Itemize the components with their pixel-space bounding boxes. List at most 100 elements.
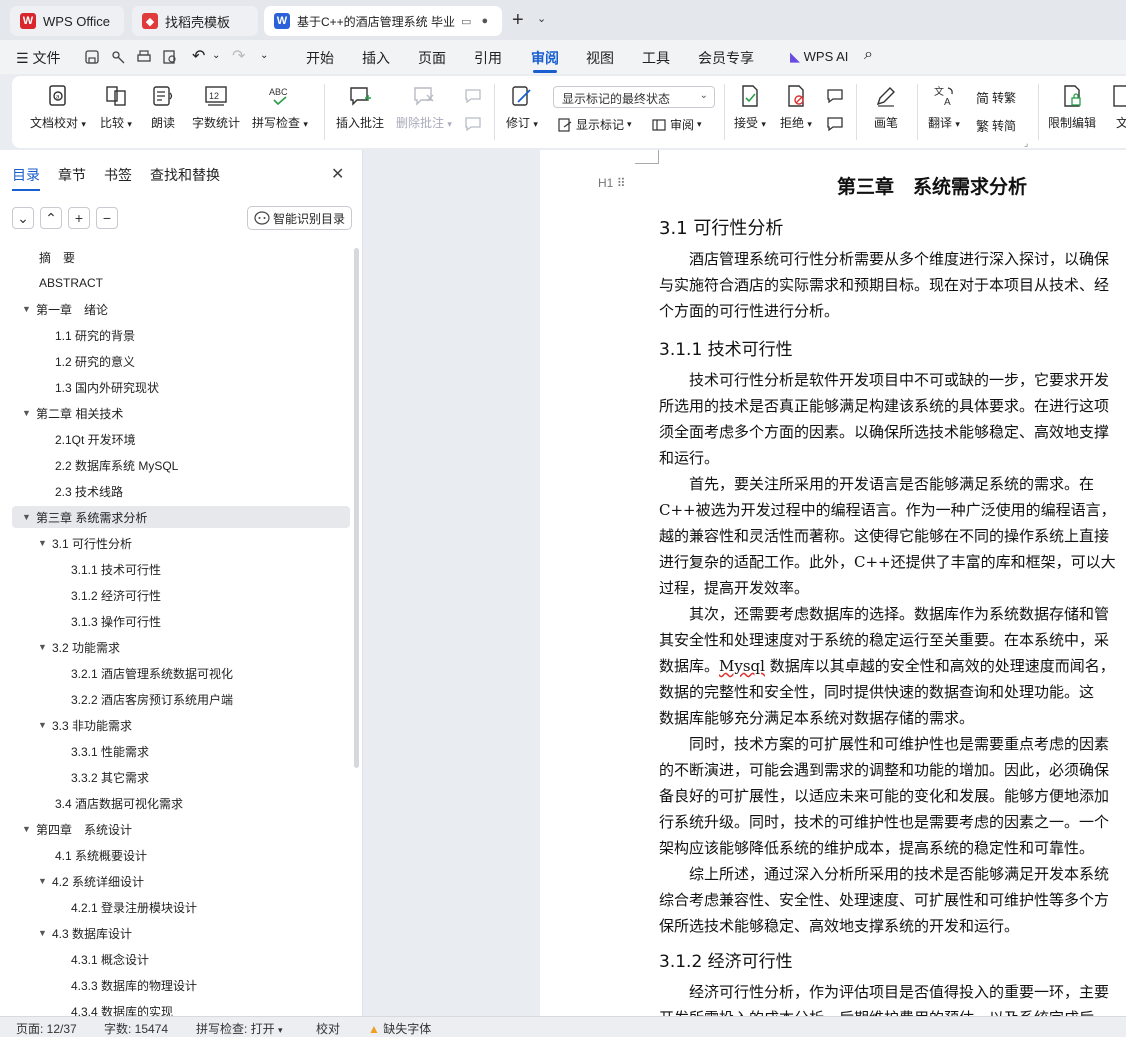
print-preview-icon[interactable] [162,49,178,65]
tab-docer[interactable]: ◆ 找稻壳模板 [132,6,258,36]
chevron-down-icon[interactable]: ⌄ [260,50,268,61]
insert-comment-button[interactable]: 插入批注 [336,84,384,131]
tab-unsaved-dot-icon[interactable]: ● [481,15,488,27]
word-count-indicator[interactable]: 字数: 15474 [104,1020,168,1037]
page-indicator[interactable]: 页面: 12/37 [16,1020,77,1037]
accept-button[interactable]: 接受 ▾ [734,84,766,131]
translate-button[interactable]: 文A 翻译 ▾ [928,84,960,131]
toc-item[interactable]: 4.3.1 概念设计 [0,948,352,970]
toc-item[interactable]: 1.1 研究的背景 [0,324,352,346]
doc-more-button[interactable]: 文 [1110,84,1126,131]
proofread-status[interactable]: 校对 [316,1020,340,1037]
restrict-edit-button[interactable]: 限制编辑 [1048,84,1096,131]
save-icon[interactable] [84,49,100,65]
doc-check-button[interactable]: a 文档校对 ▾ [30,84,86,131]
caret-down-icon[interactable]: ▼ [22,304,36,314]
toc-item[interactable]: ▼ 4.3 数据库设计 [0,922,352,944]
toc-item[interactable]: 3.1.2 经济可行性 [0,584,352,606]
show-markup-button[interactable]: 显示标记 ▾ [558,116,632,133]
to-traditional-button[interactable]: 简 转繁 [976,88,1016,107]
new-tab-icon[interactable]: + [512,10,524,30]
previous-revision-icon[interactable] [826,88,844,104]
markup-state-select[interactable]: 显示标记的最终状态 ⌄ [553,86,715,108]
to-simplified-button[interactable]: 繁 转简 [976,116,1016,135]
caret-down-icon[interactable]: ▼ [22,408,36,418]
tab-document[interactable]: W 基于C++的酒店管理系统 毕业 ▭ ● [264,6,502,36]
tab-sections[interactable]: 章节 [58,165,86,185]
spell-check-status[interactable]: 拼写检查: 打开 ▾ [196,1020,283,1037]
redo-icon[interactable]: ↷ [232,46,245,66]
heading-marker[interactable]: H1 ⠿ [598,176,625,190]
expand-up-button[interactable]: ⌃ [40,207,62,229]
word-count-button[interactable]: 12 字数统计 [192,84,240,131]
toc-item[interactable]: 4.3.3 数据库的物理设计 [0,974,352,996]
promote-button[interactable]: + [68,207,90,229]
menu-member[interactable]: 会员专享 [698,48,754,68]
caret-down-icon[interactable]: ▼ [38,928,52,938]
menu-start[interactable]: 开始 [306,48,334,68]
file-menu[interactable]: ☰ 文件 [16,48,60,68]
menu-tools[interactable]: 工具 [642,48,670,68]
pen-button[interactable]: 画笔 [874,84,898,131]
toc-item[interactable]: 3.1.1 技术可行性 [0,558,352,580]
toc-item[interactable]: ▼ 第四章 系统设计 [0,818,352,840]
toc-item[interactable]: 4.1 系统概要设计 [0,844,352,866]
undo-icon[interactable]: ↶ [192,46,205,66]
caret-down-icon[interactable]: ▼ [38,720,52,730]
caret-down-icon[interactable]: ▼ [38,876,52,886]
previous-comment-icon[interactable] [464,88,482,104]
toc-item[interactable]: 3.2.1 酒店管理系统数据可视化 [0,662,352,684]
toc-item[interactable]: 3.3.1 性能需求 [0,740,352,762]
print-icon[interactable] [136,49,152,65]
toc-item[interactable]: ▼ 第三章 系统需求分析 [12,506,350,528]
chevron-down-icon[interactable]: ⌄ [537,12,546,25]
menu-page[interactable]: 页面 [418,48,446,68]
toc-item[interactable]: ABSTRACT [0,272,352,294]
misspelled-word[interactable]: Mysql [719,657,765,675]
collapse-all-button[interactable]: ⌄ [12,207,34,229]
caret-down-icon[interactable]: ▼ [22,824,36,834]
caret-down-icon[interactable]: ▼ [38,538,52,548]
menu-view[interactable]: 视图 [586,48,614,68]
toc-item[interactable]: 3.2.2 酒店客房预订系统用户端 [0,688,352,710]
toc-item[interactable]: ▼ 3.1 可行性分析 [0,532,352,554]
demote-button[interactable]: − [96,207,118,229]
toc-item[interactable]: 1.3 国内外研究现状 [0,376,352,398]
tab-find-replace[interactable]: 查找和替换 [150,165,220,185]
next-revision-icon[interactable] [826,116,844,132]
missing-font-status[interactable]: ▲ 缺失字体 [368,1020,431,1037]
spell-check-button[interactable]: ABC 拼写检查 ▾ [252,84,308,131]
toc-item[interactable]: 2.2 数据库系统 MySQL [0,454,352,476]
share-icon[interactable] [110,49,126,65]
toc-item[interactable]: 1.2 研究的意义 [0,350,352,372]
toc-item[interactable]: 2.1Qt 开发环境 [0,428,352,450]
caret-down-icon[interactable]: ▼ [22,512,36,522]
tab-bookmarks[interactable]: 书签 [104,165,132,185]
chevron-down-icon[interactable]: ⌄ [212,50,220,61]
menu-reference[interactable]: 引用 [474,48,502,68]
menu-insert[interactable]: 插入 [362,48,390,68]
delete-comment-button[interactable]: 删除批注 ▾ [396,84,452,131]
toc-item[interactable]: 3.4 酒店数据可视化需求 [0,792,352,814]
toc-scrollbar[interactable] [354,248,359,768]
toc-item[interactable]: ▼ 第二章 相关技术 [0,402,352,424]
search-icon[interactable]: ⌕ [864,46,873,64]
toc-item[interactable]: 摘 要 [0,246,352,268]
close-icon[interactable]: ✕ [331,164,344,184]
toc-item[interactable]: ▼ 3.2 功能需求 [0,636,352,658]
smart-toc-button[interactable]: 智能识别目录 [247,206,353,230]
toc-item[interactable]: ▼ 3.3 非功能需求 [0,714,352,736]
compare-button[interactable]: 比较 ▾ [100,84,132,131]
reject-button[interactable]: 拒绝 ▾ [780,84,812,131]
toc-item[interactable]: 3.1.3 操作可行性 [0,610,352,632]
wps-ai-button[interactable]: ◣ WPS AI [790,49,848,65]
toc-item[interactable]: 4.3.4 数据库的实现 [0,1000,352,1017]
menu-review[interactable]: 审阅 [531,48,559,68]
toc-item[interactable]: ▼ 4.2 系统详细设计 [0,870,352,892]
caret-down-icon[interactable]: ▼ [38,642,52,652]
next-comment-icon[interactable] [464,116,482,132]
document-page[interactable]: H1 ⠿ 第三章 系统需求分析 3.1 可行性分析 酒店管理系统可行性分析需要从… [540,150,1126,1016]
toc-item[interactable]: 2.3 技术线路 [0,480,352,502]
tab-wps-office[interactable]: W WPS Office [10,6,124,36]
read-aloud-button[interactable]: 朗读 [151,84,175,131]
